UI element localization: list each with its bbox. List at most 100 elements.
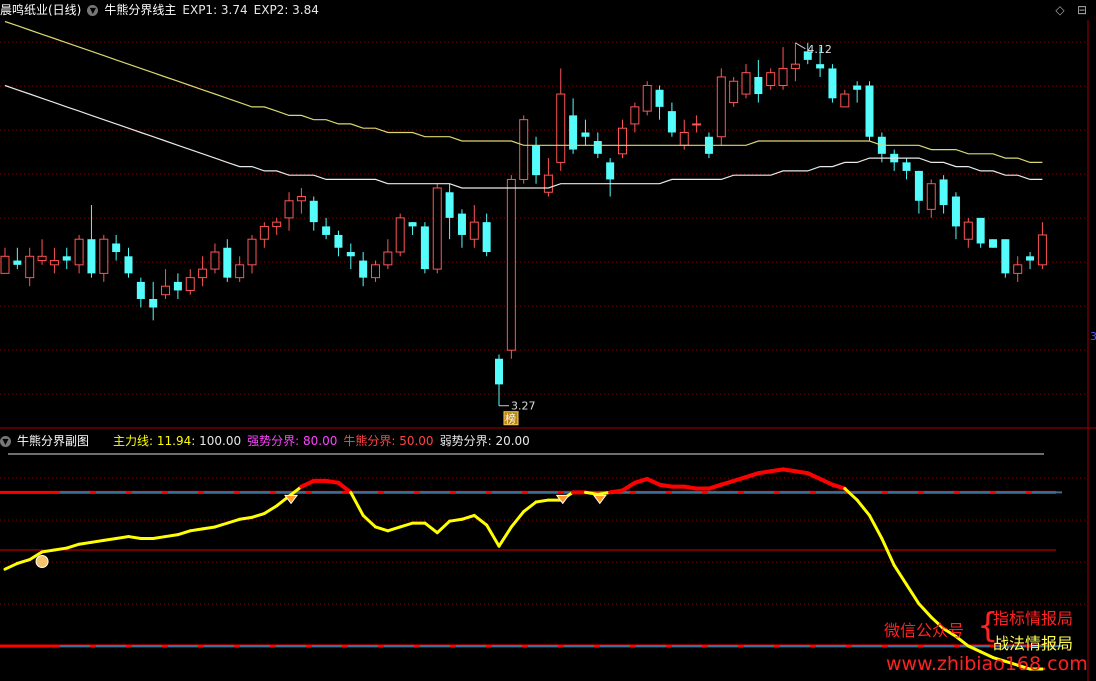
candle-body-down [482,222,491,253]
candle-body-up [729,80,739,104]
main-line-segment [448,517,464,523]
candle-body-up [618,127,627,155]
candle-body-down [223,247,232,278]
main-line-segment [485,523,501,548]
candle-body-down [62,256,71,261]
candle-body-down [914,170,923,201]
main-line-segment [374,525,390,533]
candle-body-up [963,221,973,240]
main-line-segment [114,535,130,540]
main-line-segment [151,535,168,540]
candle-body-down [334,234,343,248]
main-line-segment [830,482,847,491]
candle-body-up [198,268,208,279]
candle-body-down [445,192,454,218]
low-label: 3.27 [511,400,536,413]
candle-body-up [235,264,245,279]
candle-body-up [284,200,294,219]
candle-body-up [383,251,393,266]
main-line-segment [917,602,933,619]
main-line-segment [460,513,476,521]
candle-body-up [259,225,269,240]
main-line-segment [176,529,192,537]
candle-body-up [1013,264,1023,274]
main-line-segment [880,536,896,567]
main-line-segment [386,525,402,533]
candle-body-down [322,226,331,235]
candle-body-down [976,217,985,244]
main-line-segment [892,563,909,587]
candle-body-down [1026,256,1035,261]
watermark-url[interactable]: www.zhibiao168.com [886,653,1088,675]
main-line-segment [188,527,205,533]
candle-body-down [939,179,948,206]
watermark-line1: 指标情报局 [993,609,1074,628]
candle-body-down [655,89,664,107]
candle-body-up [519,119,529,180]
main-line-segment [65,542,81,550]
main-line-segment [509,510,526,529]
candle-body-up [679,131,689,146]
main-line-segment [102,536,118,542]
money-bag-icon [35,555,49,569]
candle-body-down [606,162,615,180]
candle-body-down [989,239,997,248]
candle-body-up [161,285,171,296]
candle-body-down [173,281,182,291]
main-line-segment [843,487,859,502]
candle-body-down [359,260,368,278]
main-line-segment [238,515,254,521]
main-line-segment [250,512,266,519]
main-line-segment [361,513,377,529]
main-line-segment [583,490,600,496]
candle-body-down [754,76,763,95]
candle-body-up [642,85,652,112]
chart-window: 晨鸣纸业(日线) ▼ 牛熊分界线主 EXP1: 3.74 EXP2: 3.84 ◇ ⊟ … [0,0,1096,681]
candle-body-up [296,196,306,202]
candle-body-up [543,174,553,193]
candle-body-up [926,183,936,210]
high-label: 4.12 [807,43,832,56]
candle-body-down [593,141,602,154]
main-line-segment [497,525,513,548]
candle-body-down [865,85,874,137]
high-pointer [795,42,806,50]
candle-body-down [112,243,121,253]
candle-body-down [124,256,133,274]
candle-body-down [309,200,318,223]
candle-body-up [49,260,59,266]
candle-body-up [778,67,788,87]
candle-body-down [13,260,22,265]
candle-body-down [667,111,676,133]
candle-body-down [853,85,862,90]
candle-body-down [1001,239,1010,274]
candle-body-down [420,226,429,270]
candle-body-down [828,68,837,99]
watermark-wechat: 微信公众号 [884,621,965,640]
candle-body-up [741,72,751,95]
main-line-segment [3,561,19,571]
candle-body-down [136,281,145,299]
candle-body-up [99,238,109,274]
main-line-segment [225,517,242,525]
right-axis-label: 3 [1090,330,1096,343]
main-line-segment [127,535,143,540]
main-line-segment [164,533,180,539]
main-line-segment [77,540,93,546]
candle-body-down [87,239,96,274]
main-line-segment [818,476,835,487]
main-line-segment [645,476,662,487]
candle-body-down [408,222,417,227]
candle-body-up [1037,234,1047,266]
main-line-segment [52,546,69,552]
chart-canvas[interactable]: 4.12 3.27榜 3 [0,0,1096,681]
candle-body-up [716,76,726,138]
main-line-segment [40,548,56,554]
main-line-segment [201,525,217,531]
main-line-segment [423,521,439,535]
candle-body-up [630,106,640,125]
candle-body-up [395,217,405,253]
main-line-segment [522,500,538,514]
main-line-segment [262,504,279,516]
candle-body-up [556,93,566,163]
